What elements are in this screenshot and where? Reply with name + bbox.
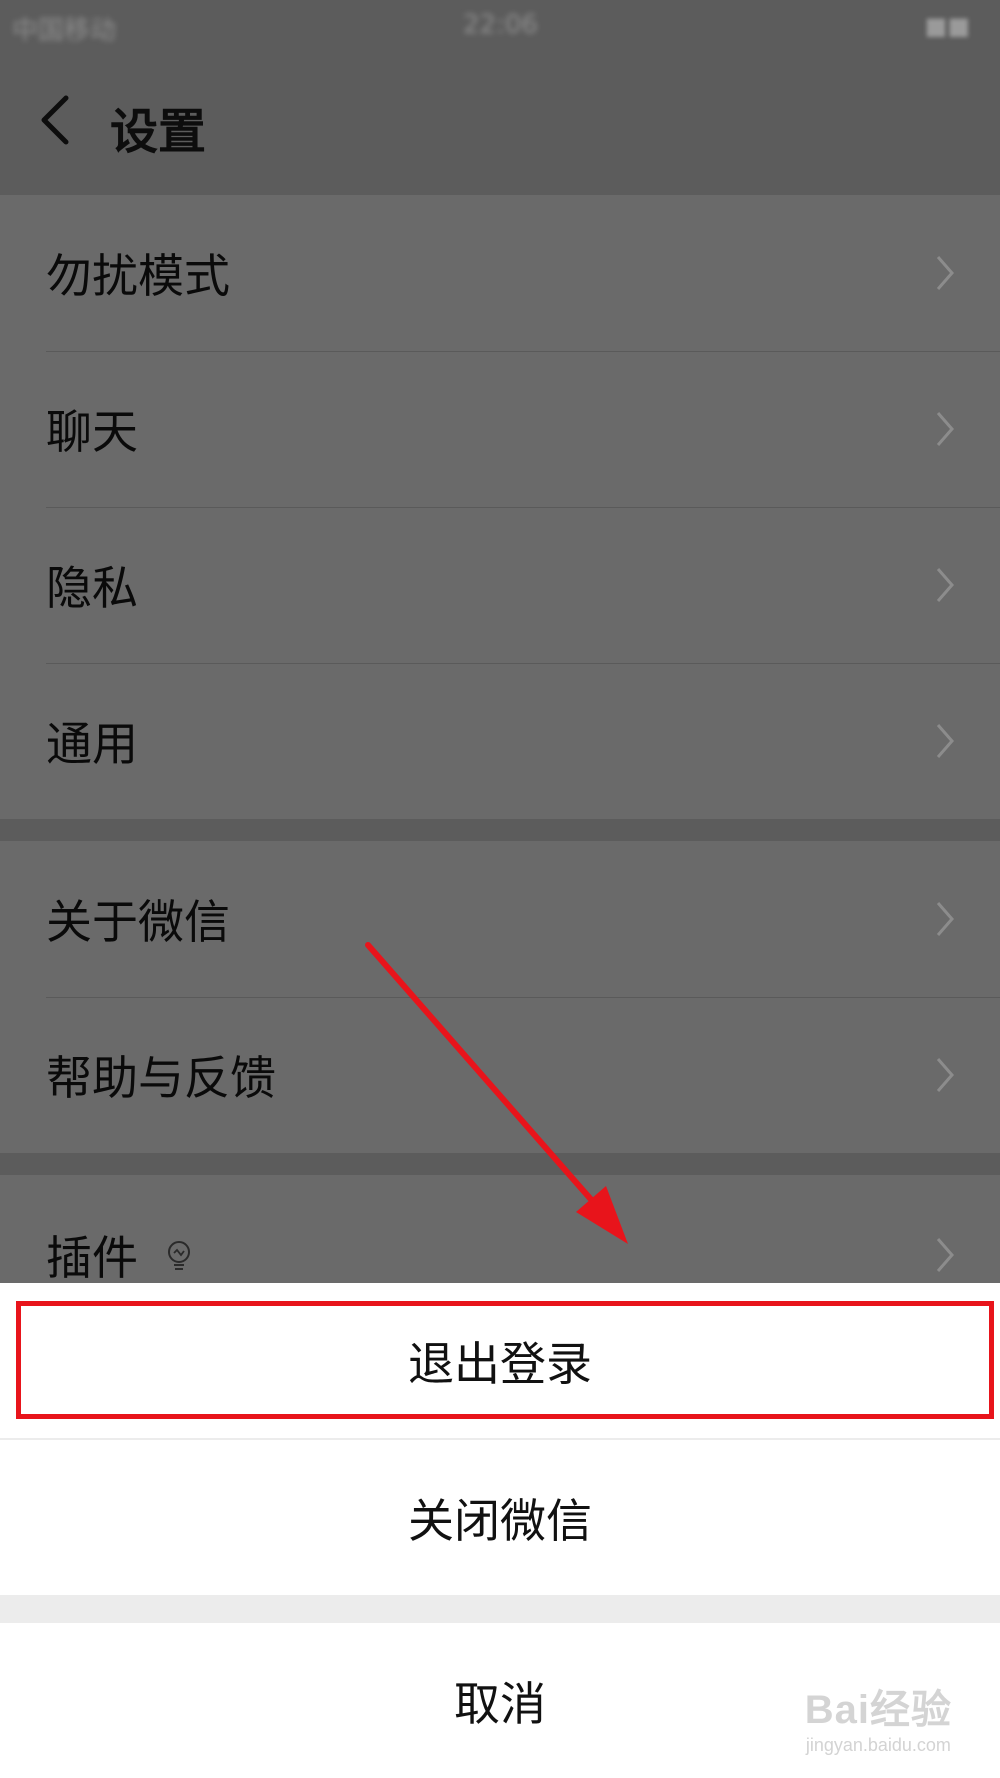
page-title: 设置	[110, 104, 207, 160]
carrier-name: 中国移动	[12, 16, 117, 46]
nav-bar: 设置	[0, 50, 1000, 185]
settings-row-label: 插件	[46, 1222, 194, 1283]
watermark: Bai经验 jingyan.baidu.com	[805, 1677, 952, 1756]
cancel-label: 取消	[454, 1676, 546, 1731]
watermark-logo: Bai经验	[804, 1688, 952, 1732]
section-divider	[0, 819, 1000, 841]
settings-row-do-not-disturb[interactable]: 勿扰模式	[0, 195, 1000, 351]
close-wechat-label: 关闭微信	[408, 1493, 592, 1548]
settings-row-label: 勿扰模式	[46, 249, 230, 303]
close-wechat-button[interactable]: 关闭微信	[0, 1440, 1000, 1595]
chevron-right-icon	[936, 1058, 954, 1092]
status-bar: 中国移动 22:06 ■■	[0, 0, 1000, 50]
settings-group-3: 插件	[0, 1175, 1000, 1283]
battery-icon: ■■	[924, 12, 970, 40]
chevron-right-icon	[936, 1238, 954, 1272]
section-divider	[0, 185, 1000, 195]
settings-group-2: 关于微信 帮助与反馈	[0, 841, 1000, 1153]
settings-row-privacy[interactable]: 隐私	[0, 507, 1000, 663]
section-divider	[0, 1153, 1000, 1175]
back-arrow-icon[interactable]	[36, 90, 76, 150]
status-time: 22:06	[463, 10, 538, 40]
chevron-right-icon	[936, 902, 954, 936]
settings-row-label: 帮助与反馈	[46, 1051, 276, 1105]
settings-row-label: 聊天	[46, 405, 138, 459]
chevron-right-icon	[936, 724, 954, 758]
settings-row-label: 关于微信	[46, 895, 230, 949]
settings-row-general[interactable]: 通用	[0, 663, 1000, 819]
settings-row-chat[interactable]: 聊天	[0, 351, 1000, 507]
chevron-right-icon	[936, 256, 954, 290]
logout-label: 退出登录	[408, 1336, 592, 1391]
chevron-right-icon	[936, 412, 954, 446]
settings-row-about-wechat[interactable]: 关于微信	[0, 841, 1000, 997]
lightbulb-icon	[168, 1241, 190, 1270]
plugins-label: 插件	[46, 1231, 138, 1283]
settings-row-help-feedback[interactable]: 帮助与反馈	[0, 997, 1000, 1153]
watermark-url: jingyan.baidu.com	[805, 1735, 951, 1755]
settings-row-label: 通用	[46, 717, 138, 771]
chevron-right-icon	[936, 568, 954, 602]
logout-button[interactable]: 退出登录	[0, 1283, 1000, 1438]
settings-screen: 中国移动 22:06 ■■ 设置 勿扰模式 聊天 隐私 通用 关于微信 帮助与反…	[0, 0, 1000, 1778]
settings-row-label: 隐私	[46, 561, 138, 615]
settings-group-1: 勿扰模式 聊天 隐私 通用	[0, 195, 1000, 819]
settings-row-plugins[interactable]: 插件	[0, 1175, 1000, 1283]
